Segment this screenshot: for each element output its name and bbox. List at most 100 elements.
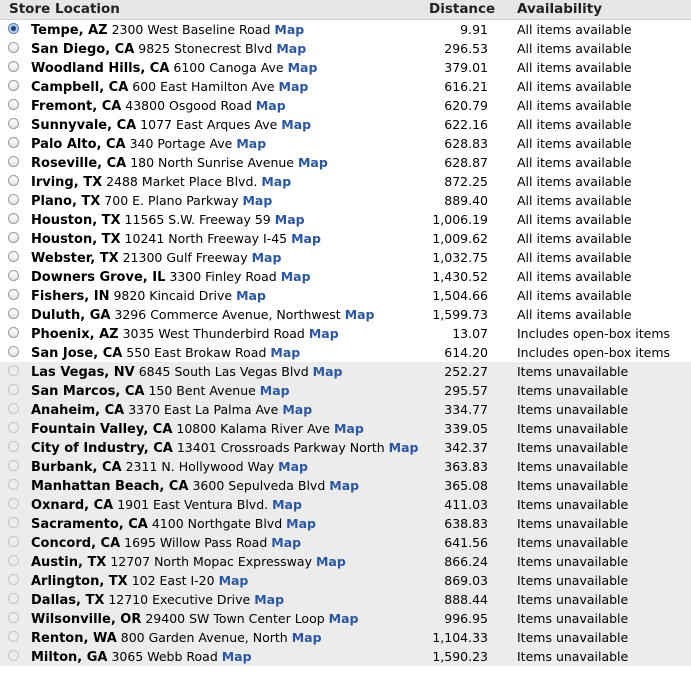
map-link[interactable]: Map — [345, 307, 375, 322]
map-link[interactable]: Map — [334, 421, 364, 436]
table-row[interactable]: Fishers, IN 9820 Kincaid Drive Map 1,504.… — [0, 286, 691, 305]
table-row[interactable]: Plano, TX 700 E. Plano Parkway Map 889.40… — [0, 191, 691, 210]
store-location-cell: City of Industry, CA 13401 Crossroads Pa… — [31, 440, 419, 456]
map-link[interactable]: Map — [313, 364, 343, 379]
map-link[interactable]: Map — [219, 573, 249, 588]
store-radio-button[interactable] — [8, 42, 19, 53]
table-row[interactable]: Webster, TX 21300 Gulf Freeway Map 1,032.… — [0, 248, 691, 267]
table-row: Fountain Valley, CA 10800 Kalama River A… — [0, 419, 691, 438]
map-link[interactable]: Map — [254, 592, 284, 607]
table-row[interactable]: Tempe, AZ 2300 West Baseline Road Map 9.9… — [0, 20, 691, 39]
map-link[interactable]: Map — [389, 440, 419, 455]
store-radio-button[interactable] — [8, 232, 19, 243]
map-link[interactable]: Map — [279, 79, 309, 94]
table-row[interactable]: Woodland Hills, CA 6100 Canoga Ave Map 37… — [0, 58, 691, 77]
store-distance: 622.16 — [444, 117, 488, 132]
map-link[interactable]: Map — [291, 231, 321, 246]
map-link[interactable]: Map — [275, 212, 305, 227]
map-link[interactable]: Map — [298, 155, 328, 170]
map-link[interactable]: Map — [274, 22, 304, 37]
store-radio-button[interactable] — [8, 270, 19, 281]
store-address: 11565 S.W. Freeway 59 — [124, 212, 271, 227]
table-row[interactable]: Roseville, CA 180 North Sunrise Avenue M… — [0, 153, 691, 172]
store-city: Houston, TX — [31, 213, 121, 228]
store-radio-button[interactable] — [8, 213, 19, 224]
table-row[interactable]: Fremont, CA 43800 Osgood Road Map 620.79 A… — [0, 96, 691, 115]
store-distance: 628.83 — [444, 136, 488, 151]
store-radio-button[interactable] — [8, 346, 19, 357]
map-link[interactable]: Map — [316, 554, 346, 569]
table-row[interactable]: Campbell, CA 600 East Hamilton Ave Map 61… — [0, 77, 691, 96]
store-city: Burbank, CA — [31, 460, 122, 475]
map-link[interactable]: Map — [329, 478, 359, 493]
store-address: 3300 Finley Road — [169, 269, 277, 284]
store-address: 12707 North Mopac Expressway — [110, 554, 312, 569]
map-link[interactable]: Map — [329, 611, 359, 626]
store-radio-button[interactable] — [8, 289, 19, 300]
store-radio-button[interactable] — [8, 99, 19, 110]
map-link[interactable]: Map — [286, 516, 316, 531]
map-link[interactable]: Map — [282, 402, 312, 417]
table-row[interactable]: Duluth, GA 3296 Commerce Avenue, Northwe… — [0, 305, 691, 324]
store-radio-button[interactable] — [8, 175, 19, 186]
store-city: Fountain Valley, CA — [31, 422, 173, 437]
map-link[interactable]: Map — [261, 174, 291, 189]
store-location-cell: Concord, CA 1695 Willow Pass Road Map — [31, 535, 301, 551]
store-city: Woodland Hills, CA — [31, 61, 170, 76]
store-location-cell: Manhattan Beach, CA 3600 Sepulveda Blvd … — [31, 478, 359, 494]
table-row: San Marcos, CA 150 Bent Avenue Map 295.57… — [0, 381, 691, 400]
table-row[interactable]: Palo Alto, CA 340 Portage Ave Map 628.83 A… — [0, 134, 691, 153]
map-link[interactable]: Map — [252, 250, 282, 265]
store-radio-button[interactable] — [8, 308, 19, 319]
store-address: 2300 West Baseline Road — [111, 22, 271, 37]
map-link[interactable]: Map — [281, 269, 311, 284]
table-row[interactable]: Phoenix, AZ 3035 West Thunderbird Road M… — [0, 324, 691, 343]
map-link[interactable]: Map — [260, 383, 290, 398]
table-row[interactable]: Houston, TX 11565 S.W. Freeway 59 Map 1,0… — [0, 210, 691, 229]
store-radio-button[interactable] — [8, 194, 19, 205]
map-link[interactable]: Map — [242, 193, 272, 208]
store-location-cell: Houston, TX 10241 North Freeway I-45 Map — [31, 231, 321, 247]
store-radio-button[interactable] — [8, 23, 19, 34]
store-city: Webster, TX — [31, 251, 119, 266]
store-radio-button[interactable] — [8, 61, 19, 72]
map-link[interactable]: Map — [309, 326, 339, 341]
distance-header: Distance — [429, 1, 496, 17]
table-row[interactable]: Irving, TX 2488 Market Place Blvd. Map 87… — [0, 172, 691, 191]
store-location-cell: Fremont, CA 43800 Osgood Road Map — [31, 98, 286, 114]
store-radio-button[interactable] — [8, 80, 19, 91]
table-row[interactable]: Houston, TX 10241 North Freeway I-45 Map… — [0, 229, 691, 248]
table-row[interactable]: Sunnyvale, CA 1077 East Arques Ave Map 62… — [0, 115, 691, 134]
table-row[interactable]: San Jose, CA 550 East Brokaw Road Map 614… — [0, 343, 691, 362]
store-distance: 1,009.62 — [432, 231, 488, 246]
map-link[interactable]: Map — [270, 345, 300, 360]
store-radio-button — [8, 650, 19, 661]
store-address: 800 Garden Avenue, North — [120, 630, 288, 645]
store-location-cell: Dallas, TX 12710 Executive Drive Map — [31, 592, 284, 608]
map-link[interactable]: Map — [272, 497, 302, 512]
table-row[interactable]: San Diego, CA 9825 Stonecrest Blvd Map 29… — [0, 39, 691, 58]
table-row[interactable]: Downers Grove, IL 3300 Finley Road Map 1,… — [0, 267, 691, 286]
map-link[interactable]: Map — [278, 459, 308, 474]
map-link[interactable]: Map — [271, 535, 301, 550]
map-link[interactable]: Map — [288, 60, 318, 75]
map-link[interactable]: Map — [292, 630, 322, 645]
store-availability: All items available — [517, 174, 632, 189]
store-distance: 996.95 — [444, 611, 488, 626]
store-address: 340 Portage Ave — [129, 136, 233, 151]
map-link[interactable]: Map — [236, 136, 266, 151]
store-radio-button[interactable] — [8, 137, 19, 148]
store-city: Arlington, TX — [31, 574, 128, 589]
store-radio-button[interactable] — [8, 118, 19, 129]
store-distance: 614.20 — [444, 345, 488, 360]
map-link[interactable]: Map — [281, 117, 311, 132]
map-link[interactable]: Map — [236, 288, 266, 303]
map-link[interactable]: Map — [222, 649, 252, 664]
map-link[interactable]: Map — [256, 98, 286, 113]
store-radio-button[interactable] — [8, 251, 19, 262]
table-row: Concord, CA 1695 Willow Pass Road Map 641… — [0, 533, 691, 552]
map-link[interactable]: Map — [276, 41, 306, 56]
store-availability: Includes open-box items — [517, 326, 671, 341]
store-radio-button[interactable] — [8, 156, 19, 167]
store-radio-button[interactable] — [8, 327, 19, 338]
